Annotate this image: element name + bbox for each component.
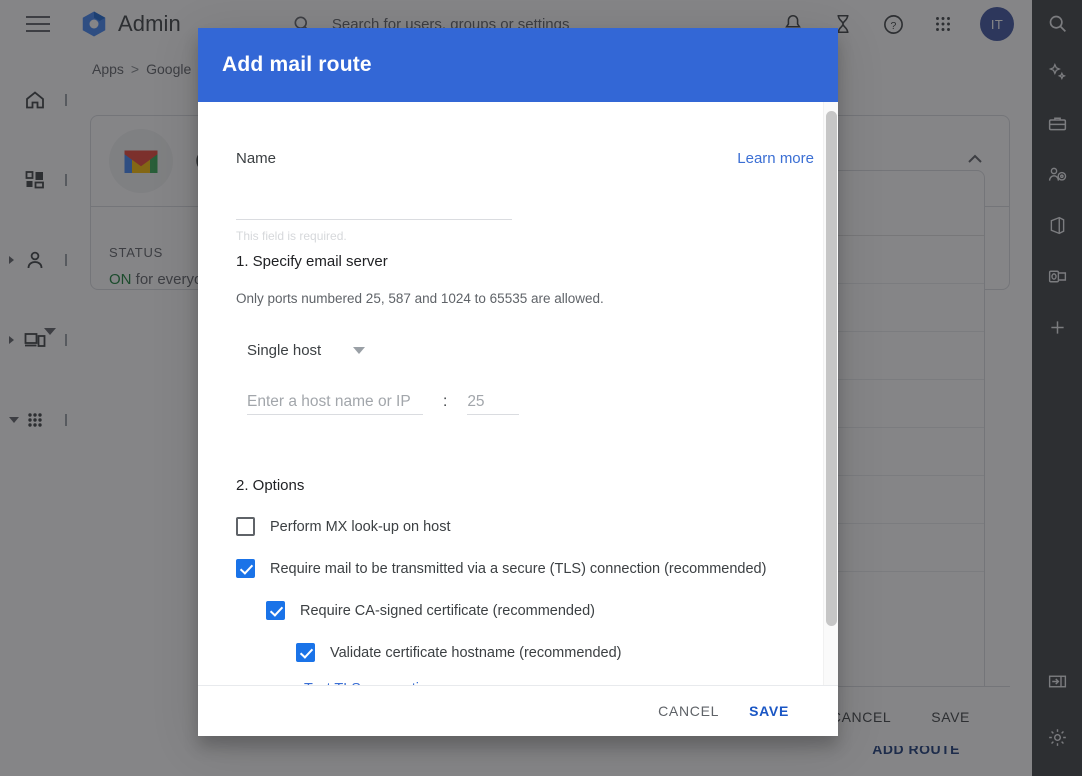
step-2-heading: 2. Options [236, 477, 305, 494]
checkbox-checked-icon[interactable] [296, 643, 315, 662]
dialog-scroll-area: Name Learn more This field is required. … [198, 102, 838, 685]
step-1-heading: 1. Specify email server [236, 253, 388, 270]
port-separator: : [443, 393, 448, 410]
checkbox-label: Require CA-signed certificate (recommend… [300, 602, 595, 619]
dialog-header: Add mail route [198, 28, 838, 102]
name-field-error: This field is required. [236, 229, 347, 243]
test-tls-connection-link[interactable]: Test TLS connection [304, 681, 814, 685]
add-mail-route-dialog: Add mail route Name Learn more This fiel… [198, 28, 838, 736]
cancel-button[interactable]: CANCEL [658, 703, 719, 719]
checkbox-label: Validate certificate hostname (recommend… [330, 644, 622, 661]
checkbox-checked-icon[interactable] [236, 559, 255, 578]
screen: Admin Search for users, groups or settin… [0, 0, 1082, 776]
ports-note: Only ports numbered 25, 587 and 1024 to … [236, 291, 604, 306]
chevron-down-icon [353, 347, 366, 354]
port-input[interactable] [467, 389, 520, 415]
host-type-select[interactable]: Single host [236, 342, 814, 359]
checkbox-row-validate-hostname[interactable]: Validate certificate hostname (recommend… [296, 643, 814, 662]
dialog-footer: CANCEL SAVE [198, 685, 838, 736]
dialog-scrollbar[interactable] [823, 102, 838, 685]
checkbox-checked-icon[interactable] [266, 601, 285, 620]
checkbox-row-require-tls[interactable]: Require mail to be transmitted via a sec… [236, 559, 814, 578]
name-row: Name Learn more [236, 102, 814, 167]
checkbox-label: Perform MX look-up on host [270, 518, 451, 535]
host-port-row: : [236, 389, 814, 415]
host-input[interactable] [247, 389, 423, 415]
save-button[interactable]: SAVE [749, 703, 789, 719]
name-label: Name [236, 150, 277, 167]
host-type-selected-value: Single host [247, 342, 322, 359]
learn-more-link[interactable]: Learn more [737, 150, 814, 167]
dialog-scrollbar-thumb[interactable] [826, 111, 837, 626]
checkbox-row-ca-signed-cert[interactable]: Require CA-signed certificate (recommend… [266, 601, 814, 620]
name-input[interactable] [236, 198, 512, 220]
dialog-body: Name Learn more This field is required. … [198, 102, 838, 685]
checkbox-unchecked-icon[interactable] [236, 517, 255, 536]
checkbox-label: Require mail to be transmitted via a sec… [270, 560, 767, 577]
checkbox-row-mx-lookup[interactable]: Perform MX look-up on host [236, 517, 814, 536]
dialog-title: Add mail route [222, 53, 372, 76]
